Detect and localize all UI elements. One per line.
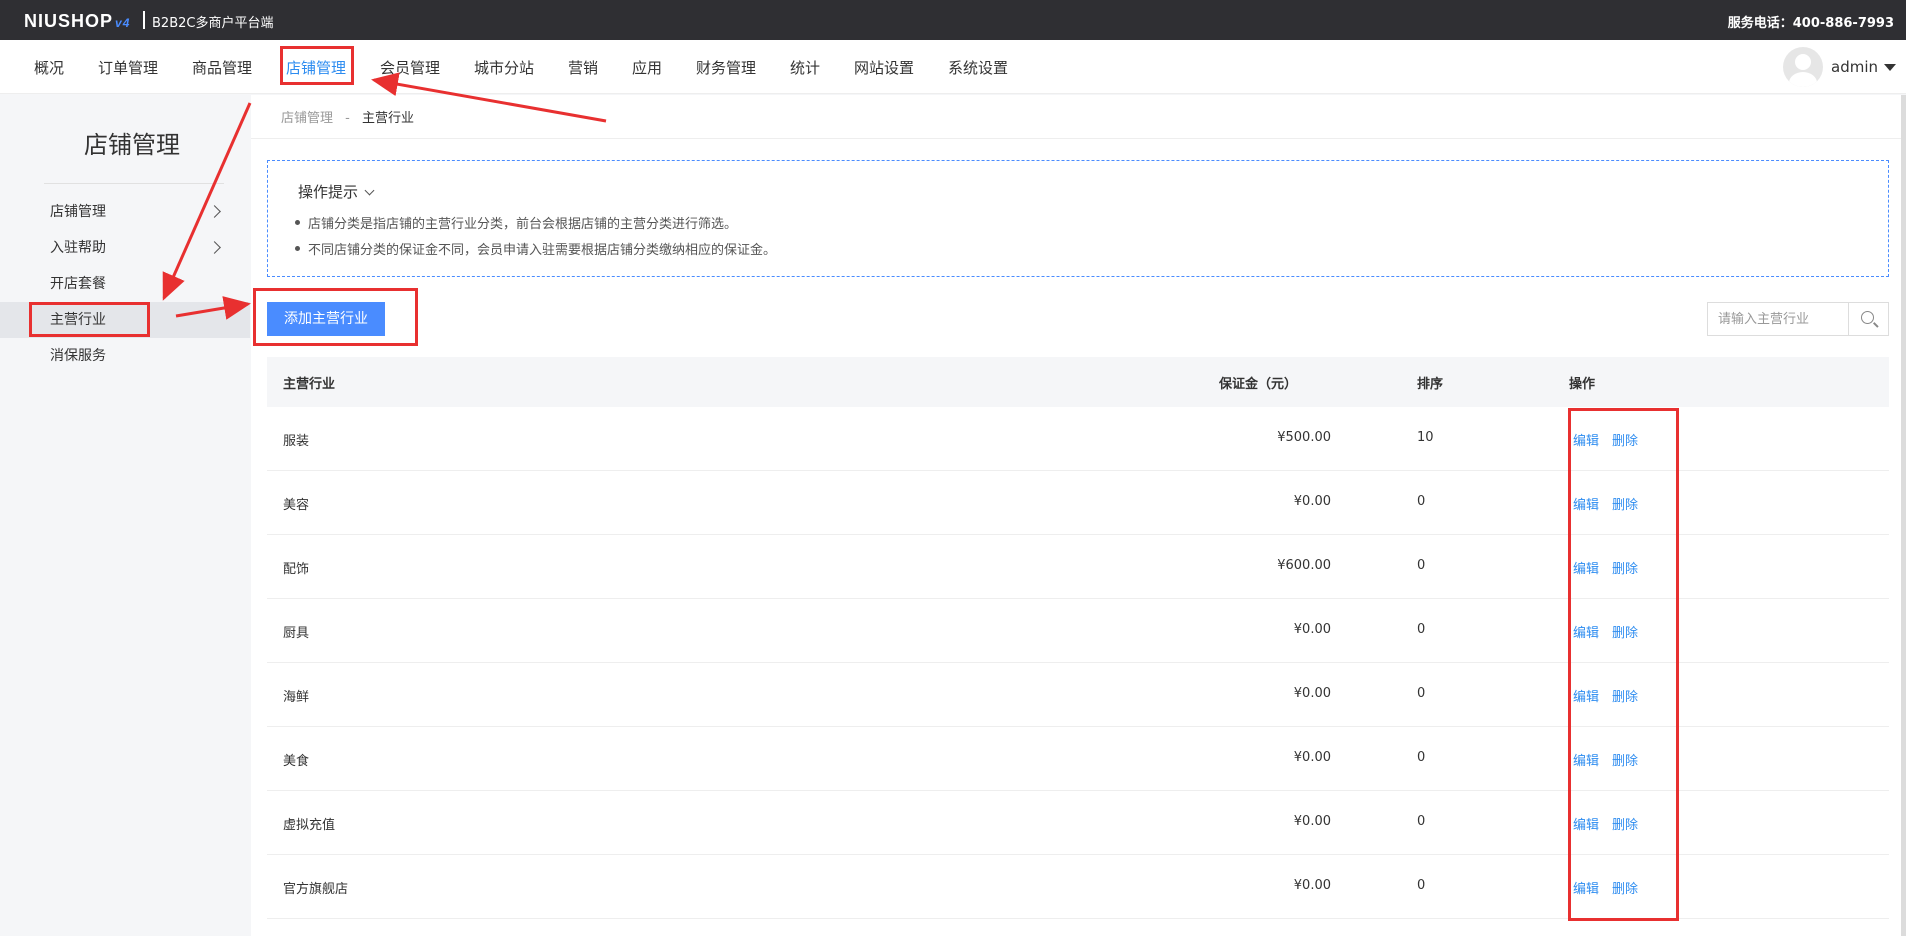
arrow-to-nav-shop <box>371 72 607 123</box>
arrow-to-add-button <box>175 296 251 320</box>
arrow-to-sidebar-item <box>162 102 252 301</box>
annotation-arrows <box>162 72 607 320</box>
